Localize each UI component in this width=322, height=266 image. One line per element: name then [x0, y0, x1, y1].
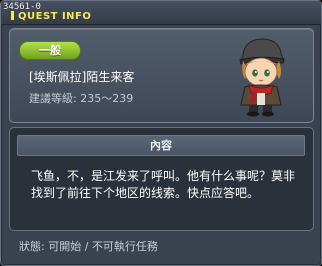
- quest-type-badge: 一般: [19, 41, 81, 60]
- title-bullet-icon: [11, 11, 14, 20]
- quest-status: 狀態: 可開始 / 不可執行任務: [19, 240, 158, 253]
- title-bar[interactable]: 34561-0 QUEST INFO: [1, 1, 321, 25]
- level-requirement: 建議等級: 235～239: [29, 92, 134, 105]
- window-title-text: QUEST INFO: [18, 11, 92, 22]
- window-title: QUEST INFO: [11, 11, 91, 23]
- npc-portrait-icon: [239, 38, 285, 117]
- quest-info-window: 34561-0 QUEST INFO 一般 [埃斯佩拉]陌生来客 建議等級: 2…: [0, 0, 322, 266]
- quest-name: [埃斯佩拉]陌生来客: [29, 70, 135, 84]
- content-header: 內容: [17, 135, 305, 156]
- content-text: 飞鱼，不，是江发来了呼叫。他有什么事呢？莫非找到了前往下个地区的线索。快点应答吧…: [31, 169, 296, 200]
